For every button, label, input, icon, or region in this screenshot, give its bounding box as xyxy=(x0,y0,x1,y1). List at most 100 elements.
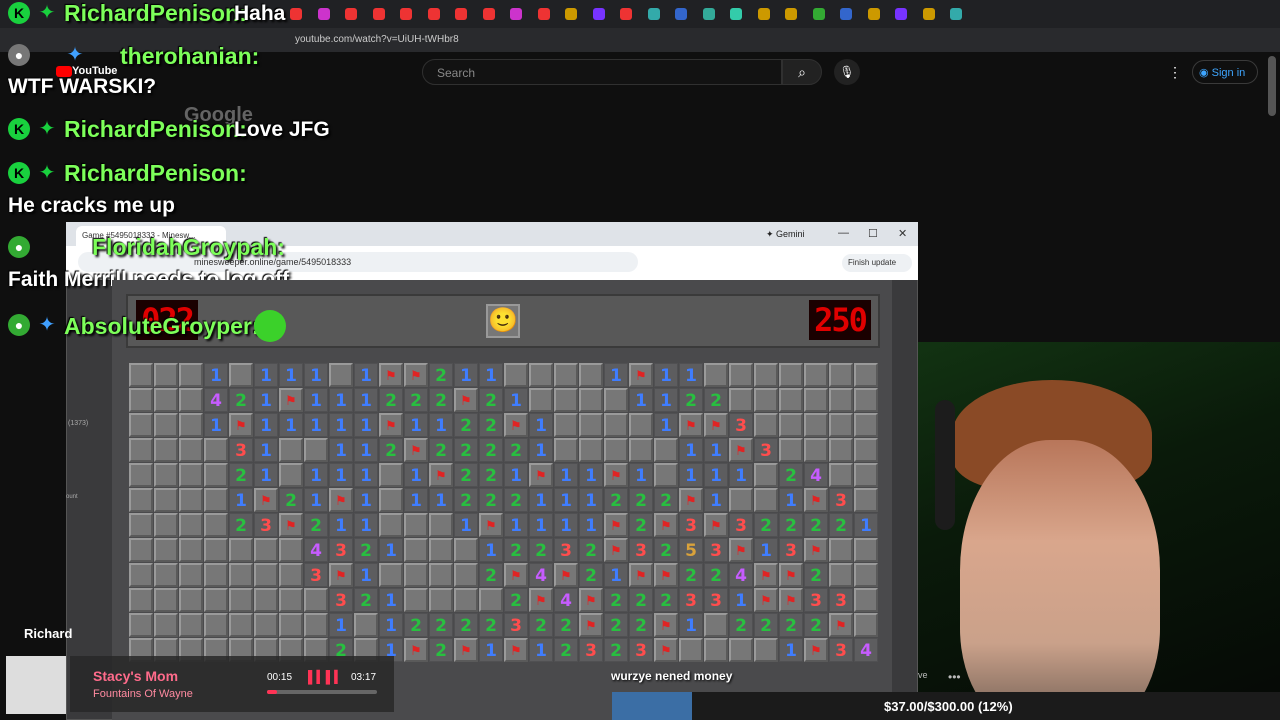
hidden-cell[interactable] xyxy=(454,588,478,612)
hidden-cell[interactable] xyxy=(129,513,153,537)
number-cell[interactable]: 2 xyxy=(804,613,828,637)
flag-icon[interactable]: ⚑ xyxy=(654,613,678,637)
hidden-cell[interactable] xyxy=(554,438,578,462)
hidden-cell[interactable] xyxy=(579,438,603,462)
number-cell[interactable]: 1 xyxy=(679,613,703,637)
number-cell[interactable]: 3 xyxy=(804,588,828,612)
hidden-cell[interactable] xyxy=(454,563,478,587)
hidden-cell[interactable] xyxy=(404,538,428,562)
number-cell[interactable]: 3 xyxy=(579,638,603,662)
hidden-cell[interactable] xyxy=(754,413,778,437)
hidden-cell[interactable] xyxy=(804,413,828,437)
number-cell[interactable]: 2 xyxy=(379,388,403,412)
number-cell[interactable]: 1 xyxy=(529,638,553,662)
tab-favicon[interactable] xyxy=(812,8,825,20)
hidden-cell[interactable] xyxy=(304,588,328,612)
hidden-cell[interactable] xyxy=(654,438,678,462)
number-cell[interactable]: 1 xyxy=(529,438,553,462)
hidden-cell[interactable] xyxy=(829,413,853,437)
number-cell[interactable]: 1 xyxy=(604,363,628,387)
hidden-cell[interactable] xyxy=(754,488,778,512)
number-cell[interactable]: 2 xyxy=(654,588,678,612)
hidden-cell[interactable] xyxy=(179,413,203,437)
number-cell[interactable]: 4 xyxy=(554,588,578,612)
number-cell[interactable]: 2 xyxy=(629,613,653,637)
flag-icon[interactable]: ⚑ xyxy=(404,363,428,387)
number-cell[interactable]: 1 xyxy=(779,488,803,512)
number-cell[interactable]: 1 xyxy=(379,588,403,612)
hidden-cell[interactable] xyxy=(804,388,828,412)
number-cell[interactable]: 3 xyxy=(779,538,803,562)
hidden-cell[interactable] xyxy=(279,463,303,487)
number-cell[interactable]: 1 xyxy=(379,538,403,562)
number-cell[interactable]: 1 xyxy=(454,513,478,537)
hidden-cell[interactable] xyxy=(154,413,178,437)
number-cell[interactable]: 1 xyxy=(504,388,528,412)
hidden-cell[interactable] xyxy=(629,438,653,462)
hidden-cell[interactable] xyxy=(854,488,878,512)
hidden-cell[interactable] xyxy=(229,538,253,562)
number-cell[interactable]: 1 xyxy=(479,538,503,562)
flag-icon[interactable]: ⚑ xyxy=(679,413,703,437)
hidden-cell[interactable] xyxy=(579,363,603,387)
number-cell[interactable]: 1 xyxy=(729,463,753,487)
number-cell[interactable]: 3 xyxy=(629,638,653,662)
tab-favicon[interactable] xyxy=(510,8,522,20)
tab-favicon[interactable] xyxy=(427,8,440,20)
number-cell[interactable]: 2 xyxy=(604,588,628,612)
number-cell[interactable]: 1 xyxy=(679,463,703,487)
number-cell[interactable]: 2 xyxy=(629,513,653,537)
number-cell[interactable]: 2 xyxy=(779,613,803,637)
number-cell[interactable]: 2 xyxy=(454,488,478,512)
hidden-cell[interactable] xyxy=(704,613,728,637)
flag-icon[interactable]: ⚑ xyxy=(629,363,653,387)
hidden-cell[interactable] xyxy=(179,613,203,637)
number-cell[interactable]: 1 xyxy=(554,463,578,487)
hidden-cell[interactable] xyxy=(154,363,178,387)
number-cell[interactable]: 1 xyxy=(629,463,653,487)
hidden-cell[interactable] xyxy=(779,438,803,462)
hidden-cell[interactable] xyxy=(179,563,203,587)
flag-icon[interactable]: ⚑ xyxy=(654,563,678,587)
number-cell[interactable]: 1 xyxy=(354,363,378,387)
hidden-cell[interactable] xyxy=(854,388,878,412)
number-cell[interactable]: 3 xyxy=(829,588,853,612)
tab-favicon[interactable] xyxy=(730,8,742,20)
number-cell[interactable]: 2 xyxy=(429,388,453,412)
hidden-cell[interactable] xyxy=(854,613,878,637)
number-cell[interactable]: 2 xyxy=(604,638,628,662)
number-cell[interactable]: 2 xyxy=(779,513,803,537)
number-cell[interactable]: 3 xyxy=(229,438,253,462)
hidden-cell[interactable] xyxy=(854,438,878,462)
number-cell[interactable]: 1 xyxy=(329,463,353,487)
flag-icon[interactable]: ⚑ xyxy=(654,638,678,662)
hidden-cell[interactable] xyxy=(329,363,353,387)
number-cell[interactable]: 2 xyxy=(529,538,553,562)
tab-favicon[interactable] xyxy=(675,8,687,20)
flag-icon[interactable]: ⚑ xyxy=(504,638,528,662)
number-cell[interactable]: 3 xyxy=(254,513,278,537)
hidden-cell[interactable] xyxy=(279,438,303,462)
hidden-cell[interactable] xyxy=(829,438,853,462)
hidden-cell[interactable] xyxy=(404,513,428,537)
number-cell[interactable]: 2 xyxy=(579,563,603,587)
hidden-cell[interactable] xyxy=(429,513,453,537)
number-cell[interactable]: 1 xyxy=(329,438,353,462)
tab-favicon[interactable] xyxy=(565,8,577,20)
number-cell[interactable]: 3 xyxy=(704,588,728,612)
number-cell[interactable]: 1 xyxy=(404,463,428,487)
hidden-cell[interactable] xyxy=(829,363,853,387)
tab-favicon[interactable] xyxy=(372,8,385,20)
hidden-cell[interactable] xyxy=(754,388,778,412)
flag-icon[interactable]: ⚑ xyxy=(554,563,578,587)
number-cell[interactable]: 1 xyxy=(654,388,678,412)
gemini-button[interactable]: ✦ Gemini xyxy=(766,229,805,240)
hidden-cell[interactable] xyxy=(654,463,678,487)
hidden-cell[interactable] xyxy=(379,463,403,487)
number-cell[interactable]: 1 xyxy=(204,413,228,437)
minesweeper-board[interactable]: 1 1 1 1 1 ⚑ ⚑ 2 1 1 1 ⚑ 1 1 4 2 1 ⚑ 1 1 1 2 2 2 ⚑ 2 1 1 1 2 2 1 ⚑ 1 1 1 1 1 ⚑ 1… xyxy=(129,363,879,703)
hidden-cell[interactable] xyxy=(279,563,303,587)
hidden-cell[interactable] xyxy=(229,363,253,387)
number-cell[interactable]: 2 xyxy=(229,388,253,412)
number-cell[interactable]: 1 xyxy=(654,363,678,387)
